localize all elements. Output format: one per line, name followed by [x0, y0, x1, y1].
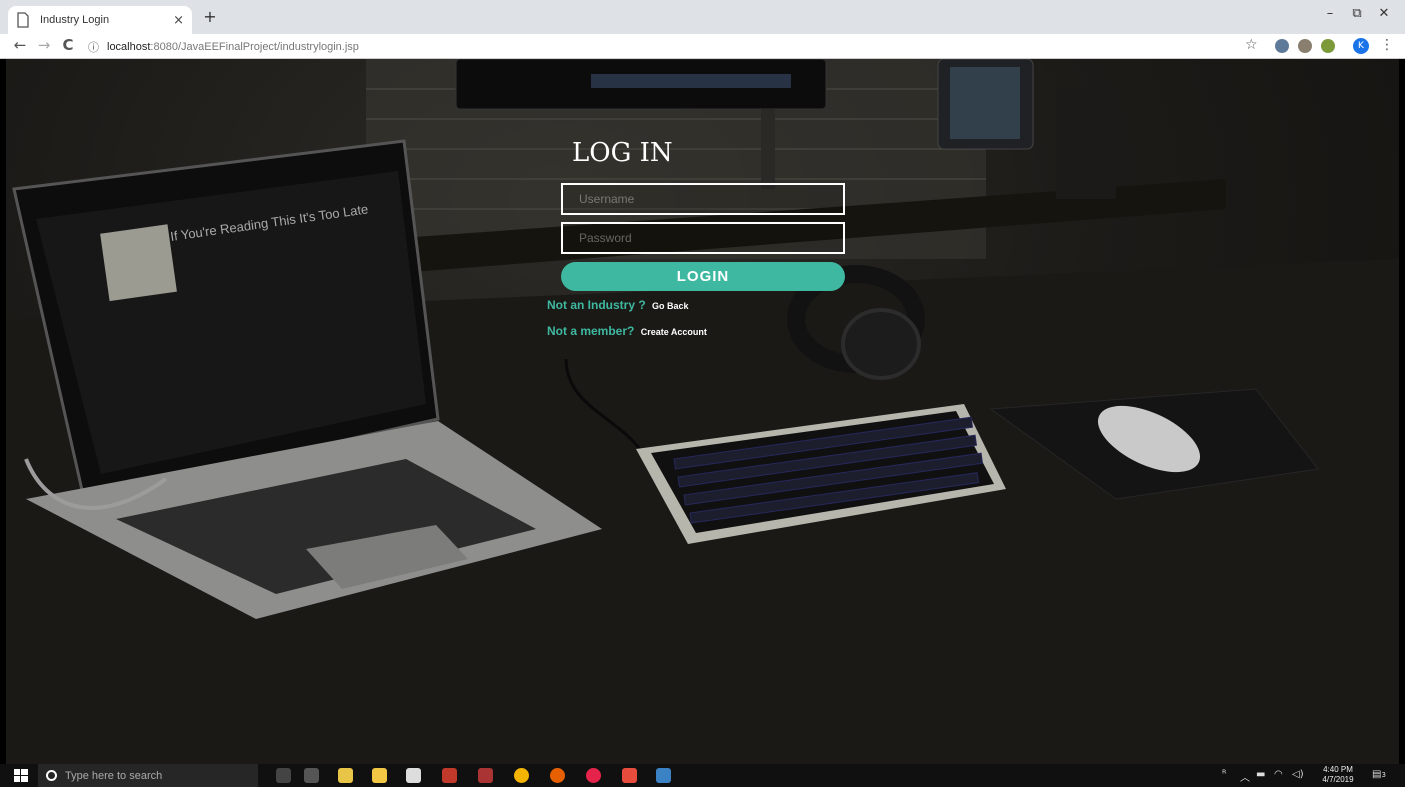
- login-title: LOG IN: [572, 138, 673, 168]
- info-icon[interactable]: ⓘ: [88, 39, 99, 55]
- back-button[interactable]: ←: [10, 36, 30, 54]
- battery-icon[interactable]: ▬: [1256, 769, 1265, 780]
- microphone-icon[interactable]: [276, 768, 291, 783]
- taskbar: Type here to search ᴿ ︿ ▬ ◠ ◁) 4:40 PM 4…: [0, 764, 1405, 787]
- clock-date: 4/7/2019: [1322, 775, 1354, 784]
- tab-strip: Industry Login × + – ⧉ ✕: [0, 0, 1405, 34]
- cortana-icon: [46, 770, 57, 781]
- windows-start-icon[interactable]: [14, 769, 28, 782]
- document-icon: [17, 12, 29, 28]
- chrome-icon[interactable]: [514, 768, 529, 783]
- not-member-line: Not a member? Create Account: [547, 324, 707, 338]
- url-field[interactable]: ⓘ localhost :8080/JavaEEFinalProject/ind…: [88, 37, 1228, 56]
- notification-icon[interactable]: ▤3: [1372, 769, 1386, 780]
- bookmark-star-icon[interactable]: ☆: [1245, 37, 1258, 53]
- forward-button[interactable]: →: [34, 36, 54, 54]
- file-explorer-icon[interactable]: [372, 768, 387, 783]
- firefox-icon[interactable]: [550, 768, 565, 783]
- extension-icon[interactable]: [1321, 39, 1335, 53]
- minimize-button[interactable]: –: [1318, 6, 1342, 21]
- tab-title: Industry Login: [40, 14, 110, 26]
- not-member-text: Not a member?: [547, 324, 635, 338]
- new-tab-button[interactable]: +: [200, 7, 220, 26]
- task-view-icon[interactable]: [304, 768, 319, 783]
- page-background: If You're Reading This It's Too Late LOG…: [6, 59, 1399, 764]
- notification-count: 3: [1381, 771, 1386, 779]
- username-input[interactable]: [561, 183, 845, 215]
- profile-avatar[interactable]: K: [1353, 38, 1369, 54]
- taskbar-search-box[interactable]: Type here to search: [38, 764, 258, 787]
- not-industry-text: Not an Industry ?: [547, 298, 646, 312]
- chevron-up-icon[interactable]: ︿: [1240, 769, 1250, 784]
- volume-icon[interactable]: ◁): [1292, 769, 1304, 780]
- app-icon[interactable]: [478, 768, 493, 783]
- app-icon[interactable]: [622, 768, 637, 783]
- clock-time: 4:40 PM: [1323, 765, 1353, 774]
- app-icon[interactable]: [586, 768, 601, 783]
- desk-background-image: If You're Reading This It's Too Late: [6, 59, 1399, 764]
- extension-icon[interactable]: [1275, 39, 1289, 53]
- go-back-link[interactable]: Go Back: [652, 301, 689, 311]
- tab-industry-login[interactable]: Industry Login ×: [8, 6, 192, 34]
- tab-close-icon[interactable]: ×: [173, 13, 184, 28]
- restore-button[interactable]: ⧉: [1345, 6, 1369, 21]
- app-icon[interactable]: [442, 768, 457, 783]
- store-icon[interactable]: [338, 768, 353, 783]
- close-window-button[interactable]: ✕: [1372, 6, 1396, 21]
- password-input[interactable]: [561, 222, 845, 254]
- browser-menu-icon[interactable]: ⋮: [1380, 37, 1394, 53]
- taskbar-clock[interactable]: 4:40 PM 4/7/2019: [1318, 765, 1358, 785]
- extension-icon[interactable]: [1298, 39, 1312, 53]
- login-button[interactable]: LOGIN: [561, 262, 845, 291]
- address-bar: ← → C ⓘ localhost :8080/JavaEEFinalProje…: [0, 34, 1405, 59]
- mail-icon[interactable]: [406, 768, 421, 783]
- not-industry-line: Not an Industry ? Go Back: [547, 298, 689, 312]
- url-host: localhost: [107, 40, 151, 53]
- app-icon[interactable]: [656, 768, 671, 783]
- create-account-link[interactable]: Create Account: [641, 327, 707, 337]
- url-path: :8080/JavaEEFinalProject/industrylogin.j…: [150, 40, 359, 53]
- wifi-icon[interactable]: ◠: [1274, 769, 1283, 780]
- taskbar-search-placeholder: Type here to search: [65, 769, 163, 782]
- people-icon[interactable]: ᴿ: [1222, 769, 1226, 780]
- reload-button[interactable]: C: [58, 36, 78, 54]
